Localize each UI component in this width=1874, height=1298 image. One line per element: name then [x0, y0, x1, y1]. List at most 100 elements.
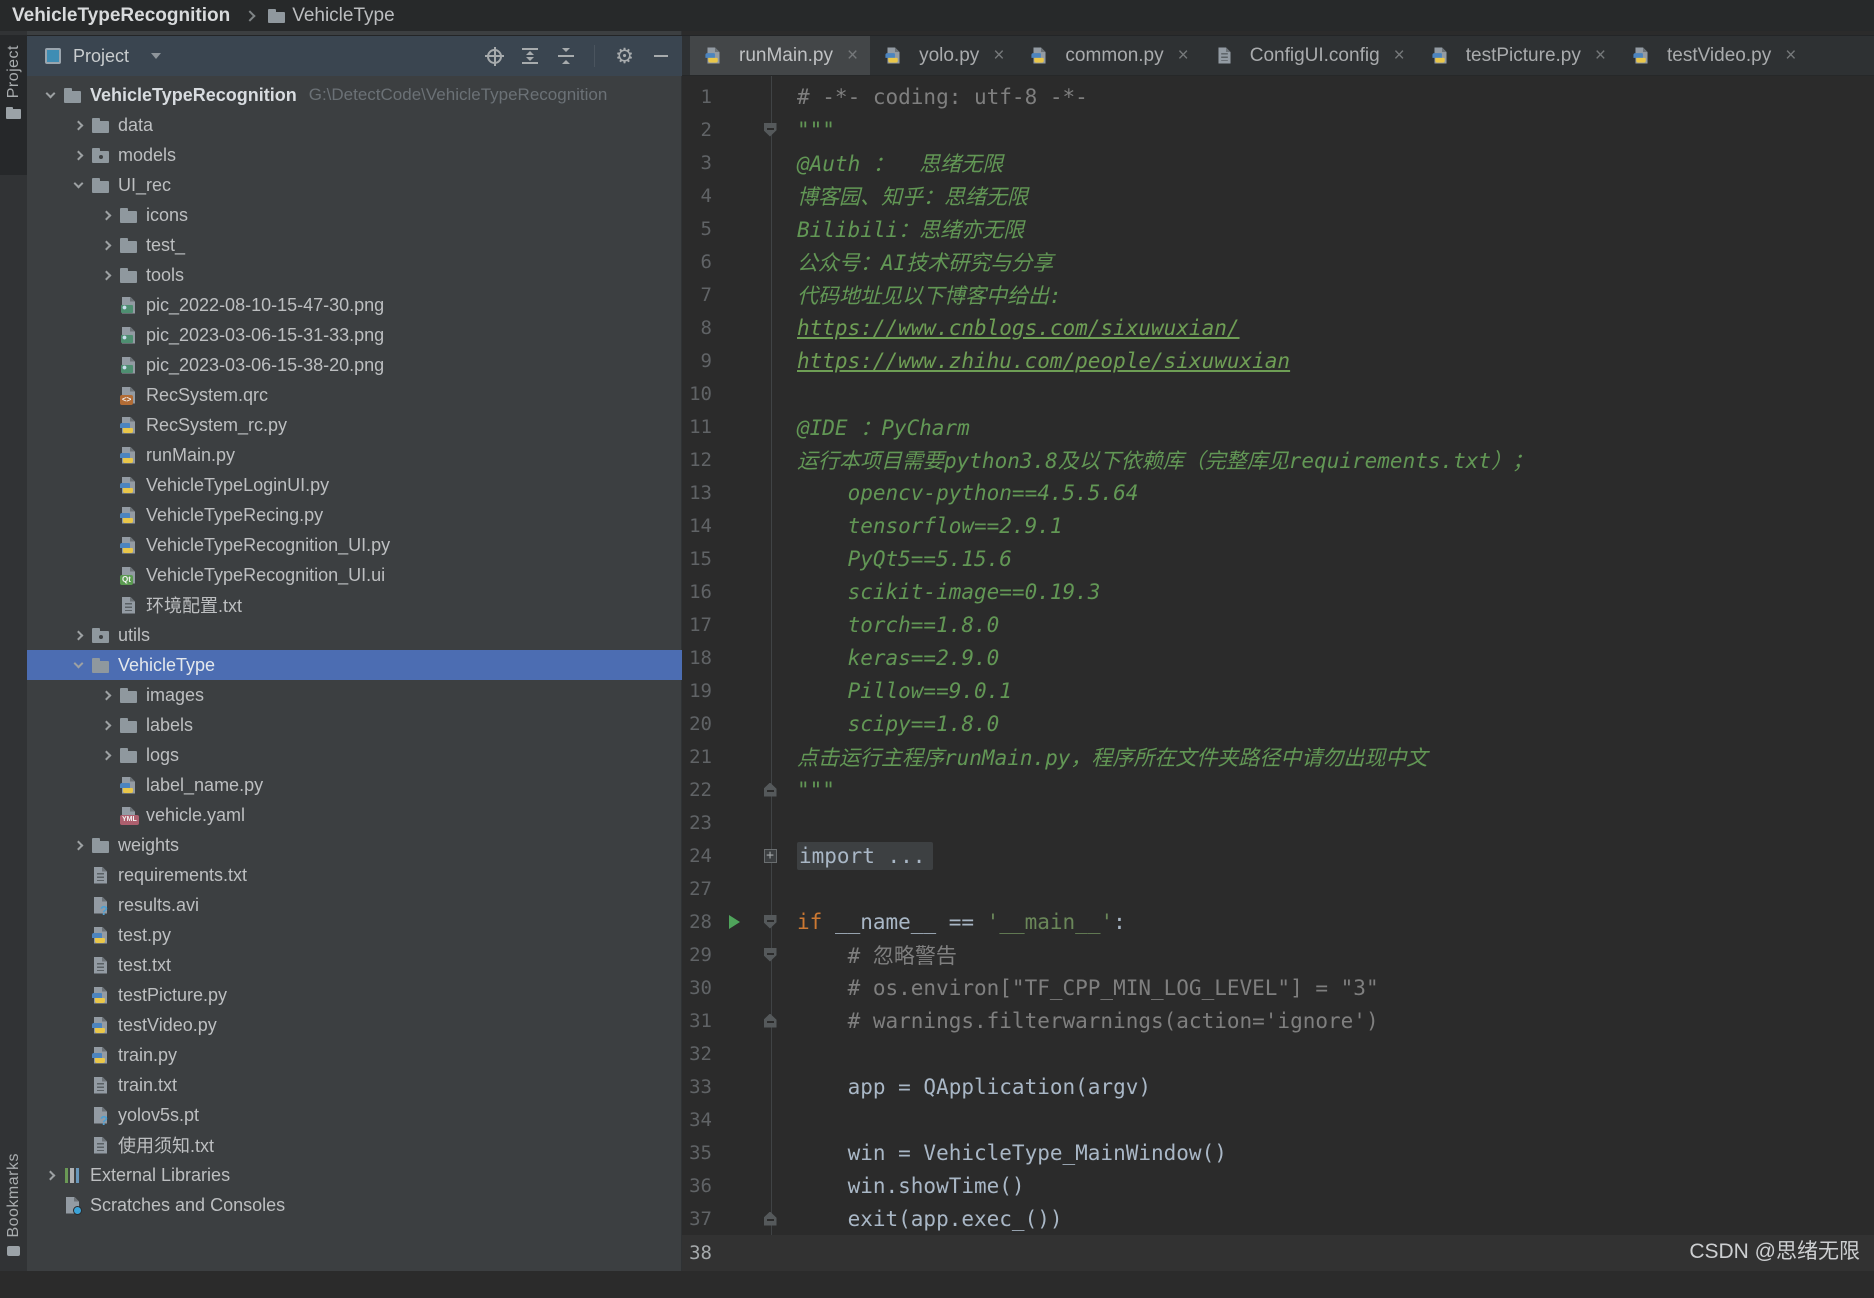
tree-item-vehicle-yaml[interactable]: YML vehicle.yaml: [27, 800, 682, 830]
code-line[interactable]: 13 opencv-python==4.5.5.64: [682, 476, 1874, 509]
tool-button-bookmarks[interactable]: Bookmarks: [0, 1153, 27, 1298]
fold-up-icon[interactable]: [763, 1013, 777, 1028]
tree-item-external-libraries[interactable]: External Libraries: [27, 1160, 682, 1190]
tab-testvideo-py[interactable]: testVideo.py ×: [1618, 36, 1808, 75]
tree-item-scratches-and-consoles[interactable]: Scratches and Consoles: [27, 1190, 682, 1220]
chevron-collapsed-icon[interactable]: [93, 690, 119, 700]
tab-configui-config[interactable]: ConfigUI.config ×: [1201, 36, 1417, 75]
tree-item-test-py[interactable]: test.py: [27, 920, 682, 950]
code-line[interactable]: 15 PyQt5==5.15.6: [682, 542, 1874, 575]
code-line[interactable]: 12 运行本项目需要python3.8及以下依赖库（完整库见requirement…: [682, 443, 1874, 476]
tree-item-testpicture-py[interactable]: testPicture.py: [27, 980, 682, 1010]
fold-marker-up[interactable]: [756, 1211, 784, 1226]
settings-gear-icon[interactable]: ⚙: [615, 46, 634, 67]
chevron-expanded-icon[interactable]: [65, 178, 91, 189]
tree-item-vehicletyperecognition[interactable]: VehicleTypeRecognition G:\DetectCode\Vehi…: [27, 80, 682, 110]
fold-marker-up[interactable]: [756, 782, 784, 797]
chevron-collapsed-icon[interactable]: [65, 630, 91, 640]
tree-item-train-txt[interactable]: train.txt: [27, 1070, 682, 1100]
tab-testpicture-py[interactable]: testPicture.py ×: [1417, 36, 1618, 75]
code-line[interactable]: 34: [682, 1103, 1874, 1136]
fold-marker-down[interactable]: [756, 947, 784, 962]
tree-item-testvideo-py[interactable]: testVideo.py: [27, 1010, 682, 1040]
tree-item-logs[interactable]: logs: [27, 740, 682, 770]
tree-item-pic_2023-03-06-15-31-33-png[interactable]: pic_2023-03-06-15-31-33.png: [27, 320, 682, 350]
close-icon[interactable]: ×: [847, 46, 858, 65]
code-line[interactable]: 7 代码地址见以下博客中给出:: [682, 278, 1874, 311]
tree-item-vehicletyperecognition_ui-ui[interactable]: Qt VehicleTypeRecognition_UI.ui: [27, 560, 682, 590]
tree-item-icons[interactable]: icons: [27, 200, 682, 230]
code-line[interactable]: 22 """: [682, 773, 1874, 806]
code-line[interactable]: 21 点击运行主程序runMain.py，程序所在文件夹路径中请勿出现中文: [682, 740, 1874, 773]
fold-down-icon[interactable]: [763, 947, 777, 962]
tree-item-train-py[interactable]: train.py: [27, 1040, 682, 1070]
breadcrumb-project[interactable]: VehicleTypeRecognition: [12, 5, 230, 27]
code-editor[interactable]: 1 # -*- coding: utf-8 -*- 2 """ 3 @Auth ： 思绪无…: [682, 76, 1874, 1271]
tree-item-runmain-py[interactable]: runMain.py: [27, 440, 682, 470]
fold-marker-up[interactable]: [756, 1013, 784, 1028]
run-arrow-icon[interactable]: [728, 914, 740, 929]
locate-icon[interactable]: [485, 46, 505, 66]
code-line[interactable]: 36 win.showTime(): [682, 1169, 1874, 1202]
tree-item-pic_2023-03-06-15-38-20-png[interactable]: pic_2023-03-06-15-38-20.png: [27, 350, 682, 380]
fold-down-icon[interactable]: [763, 914, 777, 929]
tab-yolo-py[interactable]: yolo.py ×: [870, 36, 1016, 75]
run-button[interactable]: [712, 914, 756, 929]
tree-item-test_[interactable]: test_: [27, 230, 682, 260]
code-line[interactable]: 6 公众号：AI技术研究与分享: [682, 245, 1874, 278]
code-line[interactable]: 20 scipy==1.8.0: [682, 707, 1874, 740]
code-line[interactable]: 18 keras==2.9.0: [682, 641, 1874, 674]
code-line[interactable]: 8 https://www.cnblogs.com/sixuwuxian/: [682, 311, 1874, 344]
tab-runmain-py[interactable]: runMain.py ×: [690, 36, 871, 75]
chevron-collapsed-icon[interactable]: [65, 150, 91, 160]
tree-item-vehicletype[interactable]: VehicleType: [27, 650, 682, 680]
code-line[interactable]: 11 @IDE ：PyCharm: [682, 410, 1874, 443]
code-line[interactable]: 14 tensorflow==2.9.1: [682, 509, 1874, 542]
breadcrumb-current[interactable]: VehicleType: [292, 5, 394, 27]
fold-up-icon[interactable]: [763, 782, 777, 797]
chevron-collapsed-icon[interactable]: [65, 120, 91, 130]
code-line[interactable]: 27: [682, 872, 1874, 905]
close-icon[interactable]: ×: [993, 46, 1004, 65]
close-icon[interactable]: ×: [1394, 46, 1405, 65]
chevron-expanded-icon[interactable]: [65, 658, 91, 669]
fold-marker-down[interactable]: [756, 122, 784, 137]
chevron-collapsed-icon[interactable]: [93, 240, 119, 250]
tree-item-labels[interactable]: labels: [27, 710, 682, 740]
chevron-collapsed-icon[interactable]: [93, 210, 119, 220]
chevron-expanded-icon[interactable]: [37, 88, 63, 99]
code-line[interactable]: 23: [682, 806, 1874, 839]
code-line[interactable]: 35 win = VehicleType_MainWindow(): [682, 1136, 1874, 1169]
code-line[interactable]: 9 https://www.zhihu.com/people/sixuwuxian: [682, 344, 1874, 377]
code-line[interactable]: 10: [682, 377, 1874, 410]
code-line[interactable]: 3 @Auth ： 思绪无限: [682, 146, 1874, 179]
chevron-collapsed-icon[interactable]: [93, 720, 119, 730]
code-line[interactable]: 2 """: [682, 113, 1874, 146]
tree-item-models[interactable]: models: [27, 140, 682, 170]
chevron-collapsed-icon[interactable]: [65, 840, 91, 850]
tree-item-recsystem_rc-py[interactable]: RecSystem_rc.py: [27, 410, 682, 440]
code-line[interactable]: 29 # 忽略警告: [682, 938, 1874, 971]
tree-item-ui_rec[interactable]: UI_rec: [27, 170, 682, 200]
tree-item-results-avi[interactable]: ? results.avi: [27, 890, 682, 920]
code-line[interactable]: 5 Bilibili：思绪亦无限: [682, 212, 1874, 245]
tree-item-data[interactable]: data: [27, 110, 682, 140]
expand-all-icon[interactable]: [522, 48, 539, 64]
tree-item-tools[interactable]: tools: [27, 260, 682, 290]
tree-item-label_name-py[interactable]: label_name.py: [27, 770, 682, 800]
tree-item-yolov5s-pt[interactable]: ? yolov5s.pt: [27, 1100, 682, 1130]
fold-up-icon[interactable]: [763, 1211, 777, 1226]
chevron-down-icon[interactable]: [151, 53, 162, 59]
fold-down-icon[interactable]: [763, 122, 777, 137]
collapse-all-icon[interactable]: [558, 48, 575, 64]
close-icon[interactable]: ×: [1785, 46, 1796, 65]
close-icon[interactable]: ×: [1178, 46, 1189, 65]
code-line[interactable]: 1 # -*- coding: utf-8 -*-: [682, 80, 1874, 113]
fold-plus-icon[interactable]: +: [763, 848, 777, 863]
tree-item-test-txt[interactable]: test.txt: [27, 950, 682, 980]
tree-item-weights[interactable]: weights: [27, 830, 682, 860]
tab-common-py[interactable]: common.py ×: [1016, 36, 1200, 75]
tree-item--txt[interactable]: 环境配置.txt: [27, 590, 682, 620]
tree-item-vehicletypeloginui-py[interactable]: VehicleTypeLoginUI.py: [27, 470, 682, 500]
hide-panel-icon[interactable]: [654, 55, 668, 57]
